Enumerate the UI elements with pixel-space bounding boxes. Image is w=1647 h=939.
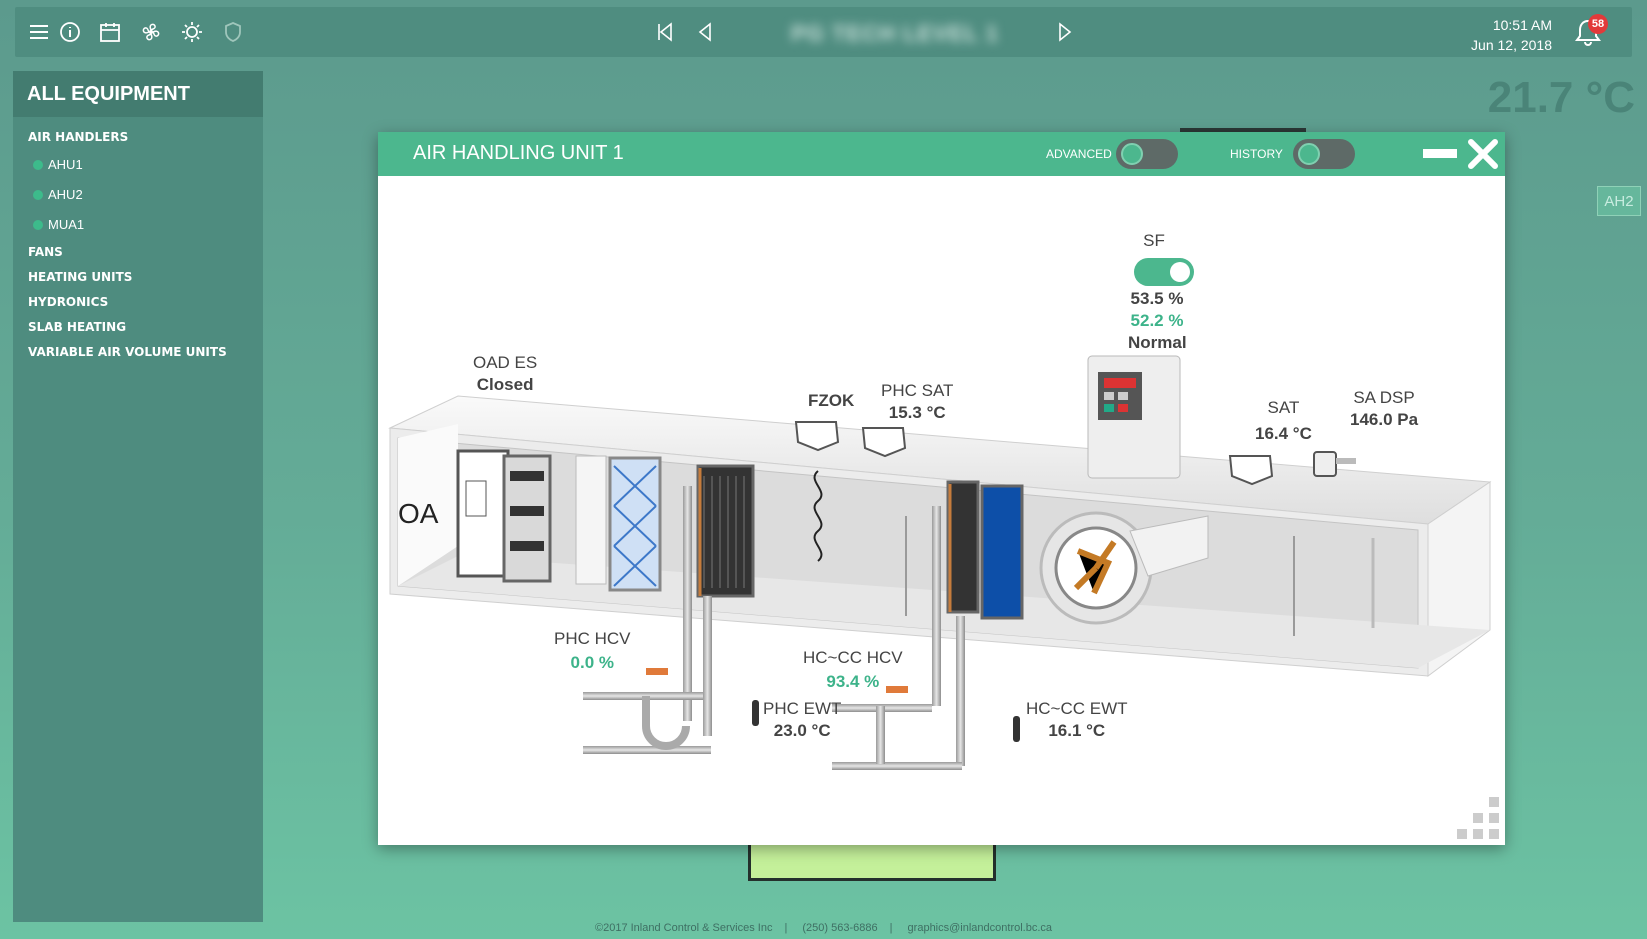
point-value: 146.0 Pa — [1350, 410, 1419, 429]
footer-copyright: ©2017 Inland Control & Services Inc — [594, 922, 773, 934]
point-value: 23.0 °C — [773, 721, 831, 740]
sidebar-item-label: AHU1 — [48, 157, 83, 172]
first-page-icon[interactable] — [653, 20, 677, 44]
sf-command: 53.5 % — [1130, 289, 1184, 308]
sidebar-header: ALL EQUIPMENT — [13, 71, 263, 117]
vfd-drive — [1087, 355, 1181, 479]
info-icon[interactable] — [58, 20, 82, 44]
advanced-toggle[interactable] — [1116, 139, 1178, 169]
top-bar: PG TECH LEVEL 1 10:51 AM Jun 12, 2018 58 — [15, 7, 1632, 57]
footer-phone: (250) 563-6886 — [802, 922, 878, 934]
ahu-graphic: OA OAD ES Closed FZOK PHC SAT 15.3 °C SF… — [378, 176, 1505, 845]
sat-point[interactable]: SAT 16.4 °C — [1255, 397, 1312, 445]
sidebar-item-mua1[interactable]: MUA1 — [13, 210, 263, 240]
fzok-point[interactable]: FZOK — [808, 390, 854, 412]
sidebar: ALL EQUIPMENT AIR HANDLERS AHU1 AHU2 MUA… — [13, 71, 263, 922]
toggle-knob — [1121, 143, 1143, 165]
toggle-knob — [1298, 143, 1320, 165]
oa-label: OA — [398, 498, 439, 529]
modal-header: AIR HANDLING UNIT 1 ADVANCED HISTORY — [378, 132, 1505, 176]
point-name: HC~CC HCV — [803, 648, 903, 667]
sidebar-category-air-handlers[interactable]: AIR HANDLERS — [13, 125, 263, 150]
background-panel — [748, 843, 996, 881]
point-name: PHC EWT — [763, 699, 842, 718]
footer: ©2017 Inland Control & Services Inc | (25… — [594, 922, 1053, 934]
close-button[interactable] — [1466, 137, 1500, 171]
sidebar-category-slab-heating[interactable]: SLAB HEATING — [13, 315, 263, 340]
ahu-modal: AIR HANDLING UNIT 1 ADVANCED HISTORY OA … — [378, 132, 1505, 845]
phc-hcv-point[interactable]: PHC HCV 0.0 % — [554, 628, 631, 674]
point-name: PHC SAT — [881, 381, 954, 400]
sidebar-item-label: MUA1 — [48, 217, 85, 232]
footer-email[interactable]: graphics@inlandcontrol.bc.ca — [908, 922, 1052, 934]
clock-date: Jun 12, 2018 — [1471, 37, 1552, 53]
oad-es-point[interactable]: OAD ES Closed — [473, 352, 537, 396]
history-toggle[interactable] — [1293, 139, 1355, 169]
point-name: HC~CC EWT — [1026, 699, 1128, 718]
sf-name: SF — [1143, 231, 1165, 250]
sidebar-item-label: AHU2 — [48, 187, 83, 202]
status-dot — [33, 190, 43, 200]
preheat-coil — [696, 464, 755, 598]
notification-badge: 58 — [1588, 14, 1608, 34]
clock: 10:51 AM Jun 12, 2018 — [1471, 15, 1552, 55]
clock-time: 10:51 AM — [1492, 17, 1552, 33]
point-value: Closed — [476, 375, 534, 394]
sf-status: Normal — [1128, 333, 1187, 352]
sun-icon[interactable] — [180, 20, 204, 44]
toggle-knob — [1170, 262, 1190, 282]
fan-icon[interactable] — [139, 20, 163, 44]
point-name: SA DSP — [1353, 388, 1415, 407]
calendar-icon[interactable] — [98, 20, 122, 44]
point-value: 93.4 % — [826, 672, 880, 691]
minimize-button[interactable] — [1423, 149, 1457, 158]
phc-sat-point[interactable]: PHC SAT 15.3 °C — [881, 380, 953, 424]
sidebar-category-vav-units[interactable]: VARIABLE AIR VOLUME UNITS — [13, 340, 263, 365]
space-temperature: 21.7 °C — [1487, 73, 1635, 122]
prev-icon[interactable] — [693, 20, 717, 44]
shield-icon[interactable] — [221, 20, 245, 44]
modal-title: AIR HANDLING UNIT 1 — [413, 142, 624, 164]
advanced-label: ADVANCED — [1046, 147, 1112, 161]
point-value: 15.3 °C — [888, 403, 946, 422]
point-value: 16.4 °C — [1255, 424, 1312, 443]
sf-toggle[interactable] — [1134, 258, 1194, 286]
outdoor-air-damper — [456, 449, 552, 583]
status-dot — [33, 220, 43, 230]
phc-ewt-point[interactable]: PHC EWT 23.0 °C — [763, 698, 841, 742]
hccc-hcv-point[interactable]: HC~CC HCV 93.4 % — [803, 647, 903, 693]
hccc-ewt-point[interactable]: HC~CC EWT 16.1 °C — [1026, 698, 1128, 742]
point-name: SAT — [1267, 398, 1300, 417]
sidebar-category-hydronics[interactable]: HYDRONICS — [13, 290, 263, 315]
next-icon[interactable] — [1053, 20, 1077, 44]
menu-icon[interactable] — [27, 20, 51, 44]
sa-dsp-point[interactable]: SA DSP 146.0 Pa — [1350, 387, 1418, 431]
sidebar-category-heating-units[interactable]: HEATING UNITS — [13, 265, 263, 290]
point-value: 0.0 % — [570, 653, 614, 672]
notifications-button[interactable]: 58 — [1572, 14, 1608, 49]
ah2-tag[interactable]: AH2 — [1597, 186, 1641, 216]
sf-feedback: 52.2 % — [1130, 311, 1184, 330]
sidebar-item-ahu2[interactable]: AHU2 — [13, 180, 263, 210]
heating-cooling-coil — [946, 480, 1024, 620]
point-name: OAD ES — [473, 353, 538, 372]
sf-point[interactable]: 53.5 % 52.2 % Normal — [1128, 288, 1187, 354]
filter — [575, 455, 662, 592]
point-name: PHC HCV — [554, 629, 631, 648]
page-title: PG TECH LEVEL 1 — [791, 21, 999, 46]
sidebar-item-ahu1[interactable]: AHU1 — [13, 150, 263, 180]
point-value: 16.1 °C — [1048, 721, 1106, 740]
sidebar-category-fans[interactable]: FANS — [13, 240, 263, 265]
ahu-diagram — [388, 355, 1492, 770]
close-icon — [1468, 139, 1498, 169]
resize-grip-icon[interactable] — [1455, 795, 1501, 841]
status-dot — [33, 160, 43, 170]
history-label: HISTORY — [1230, 147, 1283, 161]
